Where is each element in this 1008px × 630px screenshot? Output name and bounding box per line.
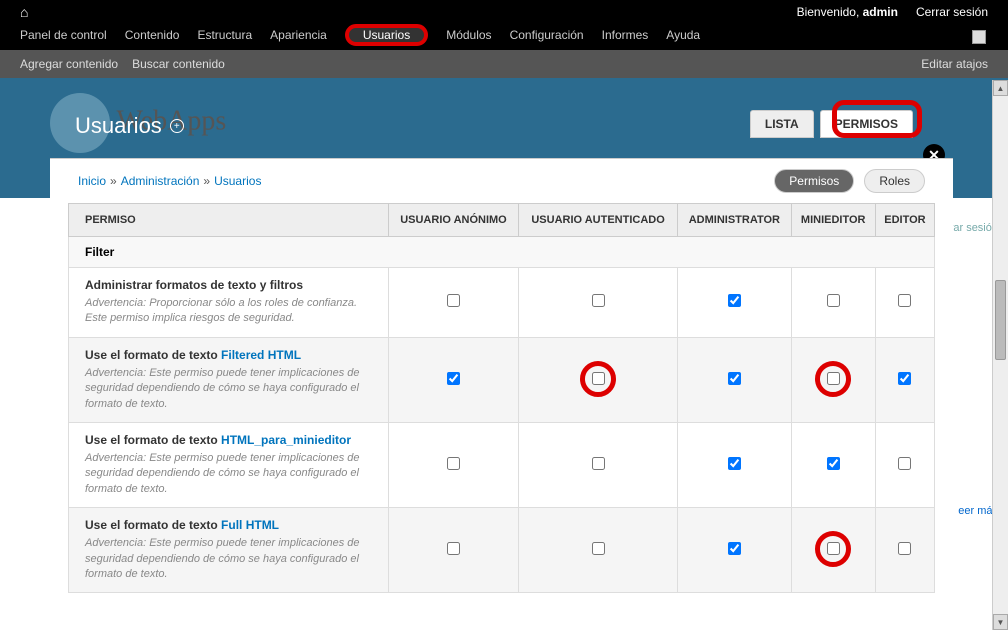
crumb-home[interactable]: Inicio xyxy=(78,174,106,188)
permissions-table: PERMISO USUARIO ANÓNIMO USUARIO AUTENTIC… xyxy=(68,203,935,593)
add-icon[interactable]: + xyxy=(170,119,184,133)
perm-checkbox-anon[interactable] xyxy=(447,294,460,307)
menu-estructura[interactable]: Estructura xyxy=(197,28,252,42)
perm-warning: Advertencia: Proporcionar sólo a los rol… xyxy=(85,296,378,327)
perm-title: Use el formato de texto Full HTML xyxy=(85,518,378,532)
perm-checkbox-auth[interactable] xyxy=(592,542,605,555)
crumb-users: Usuarios xyxy=(214,174,261,188)
perm-checkbox-editor[interactable] xyxy=(898,294,911,307)
perm-checkbox-editor[interactable] xyxy=(898,372,911,385)
perm-checkbox-mini[interactable] xyxy=(827,372,840,385)
table-row: Use el formato de texto Filtered HTML Adv… xyxy=(69,337,935,422)
logout-link[interactable]: Cerrar sesión xyxy=(916,5,988,19)
edit-shortcuts-link[interactable]: Editar atajos xyxy=(921,57,988,71)
perm-warning: Advertencia: Este permiso puede tener im… xyxy=(85,451,378,497)
perm-title: Use el formato de texto Filtered HTML xyxy=(85,348,378,362)
perm-title: Use el formato de texto HTML_para_minied… xyxy=(85,433,378,447)
table-row: Use el formato de texto HTML_para_minied… xyxy=(69,422,935,507)
perm-warning: Advertencia: Este permiso puede tener im… xyxy=(85,366,378,412)
welcome-text: Bienvenido, admin xyxy=(797,5,898,19)
menu-ayuda[interactable]: Ayuda xyxy=(666,28,700,42)
perm-checkbox-mini[interactable] xyxy=(827,294,840,307)
menu-contenido[interactable]: Contenido xyxy=(125,28,180,42)
menu-configuracion[interactable]: Configuración xyxy=(510,28,584,42)
format-link[interactable]: Filtered HTML xyxy=(221,348,301,362)
subtab-roles[interactable]: Roles xyxy=(864,169,925,193)
tab-lista[interactable]: LISTA xyxy=(750,110,814,138)
admin-topbar: ⌂ Bienvenido, admin Cerrar sesión Panel … xyxy=(0,0,1008,50)
format-link[interactable]: HTML_para_minieditor xyxy=(221,433,351,447)
perm-checkbox-auth[interactable] xyxy=(592,294,605,307)
perm-checkbox-mini[interactable] xyxy=(827,542,840,555)
perm-checkbox-anon[interactable] xyxy=(447,457,460,470)
col-admin: ADMINISTRATOR xyxy=(678,204,791,237)
scrollbar[interactable]: ▲ ▼ xyxy=(992,80,1008,630)
col-permiso: PERMISO xyxy=(69,204,389,237)
primary-tabs: LISTA PERMISOS xyxy=(750,110,913,138)
perm-checkbox-admin[interactable] xyxy=(728,372,741,385)
table-row: Administrar formatos de texto y filtros A… xyxy=(69,268,935,338)
perm-warning: Advertencia: Este permiso puede tener im… xyxy=(85,536,378,582)
menu-modulos[interactable]: Módulos xyxy=(446,28,491,42)
crumb-admin[interactable]: Administración xyxy=(121,174,200,188)
menu-usuarios[interactable]: Usuarios xyxy=(345,24,428,46)
breadcrumb: Inicio » Administración » Usuarios Permi… xyxy=(50,159,953,203)
perm-title: Administrar formatos de texto y filtros xyxy=(85,278,378,292)
perm-checkbox-anon[interactable] xyxy=(447,542,460,555)
find-content-link[interactable]: Buscar contenido xyxy=(132,57,225,71)
content-overlay: Inicio » Administración » Usuarios Permi… xyxy=(50,158,953,630)
subtab-permisos[interactable]: Permisos xyxy=(774,169,854,193)
col-editor: EDITOR xyxy=(875,204,934,237)
perm-checkbox-mini[interactable] xyxy=(827,457,840,470)
menu-panel[interactable]: Panel de control xyxy=(20,28,107,42)
scroll-down-icon[interactable]: ▼ xyxy=(993,614,1008,630)
scroll-up-icon[interactable]: ▲ xyxy=(993,80,1008,96)
menu-informes[interactable]: Informes xyxy=(602,28,649,42)
format-link[interactable]: Full HTML xyxy=(221,518,279,532)
topbar-dropdown-icon[interactable] xyxy=(972,30,986,44)
tab-permisos[interactable]: PERMISOS xyxy=(820,110,913,138)
perm-checkbox-admin[interactable] xyxy=(728,294,741,307)
section-filter: Filter xyxy=(69,237,935,268)
page-title: Usuarios + xyxy=(75,113,184,139)
scroll-thumb[interactable] xyxy=(995,280,1006,360)
add-content-link[interactable]: Agregar contenido xyxy=(20,57,118,71)
table-row: Use el formato de texto Full HTML Adverte… xyxy=(69,508,935,593)
behind-logout: rrar sesión xyxy=(946,222,998,234)
perm-checkbox-editor[interactable] xyxy=(898,542,911,555)
col-anon: USUARIO ANÓNIMO xyxy=(389,204,519,237)
menu-apariencia[interactable]: Apariencia xyxy=(270,28,327,42)
perm-checkbox-anon[interactable] xyxy=(447,372,460,385)
col-mini: MINIEDITOR xyxy=(791,204,875,237)
home-icon[interactable]: ⌂ xyxy=(20,4,28,20)
perm-checkbox-editor[interactable] xyxy=(898,457,911,470)
col-auth: USUARIO AUTENTICADO xyxy=(518,204,677,237)
perm-checkbox-auth[interactable] xyxy=(592,457,605,470)
perm-checkbox-admin[interactable] xyxy=(728,457,741,470)
perm-checkbox-admin[interactable] xyxy=(728,542,741,555)
shortcut-bar: Agregar contenido Buscar contenido Edita… xyxy=(0,50,1008,78)
perm-checkbox-auth[interactable] xyxy=(592,372,605,385)
